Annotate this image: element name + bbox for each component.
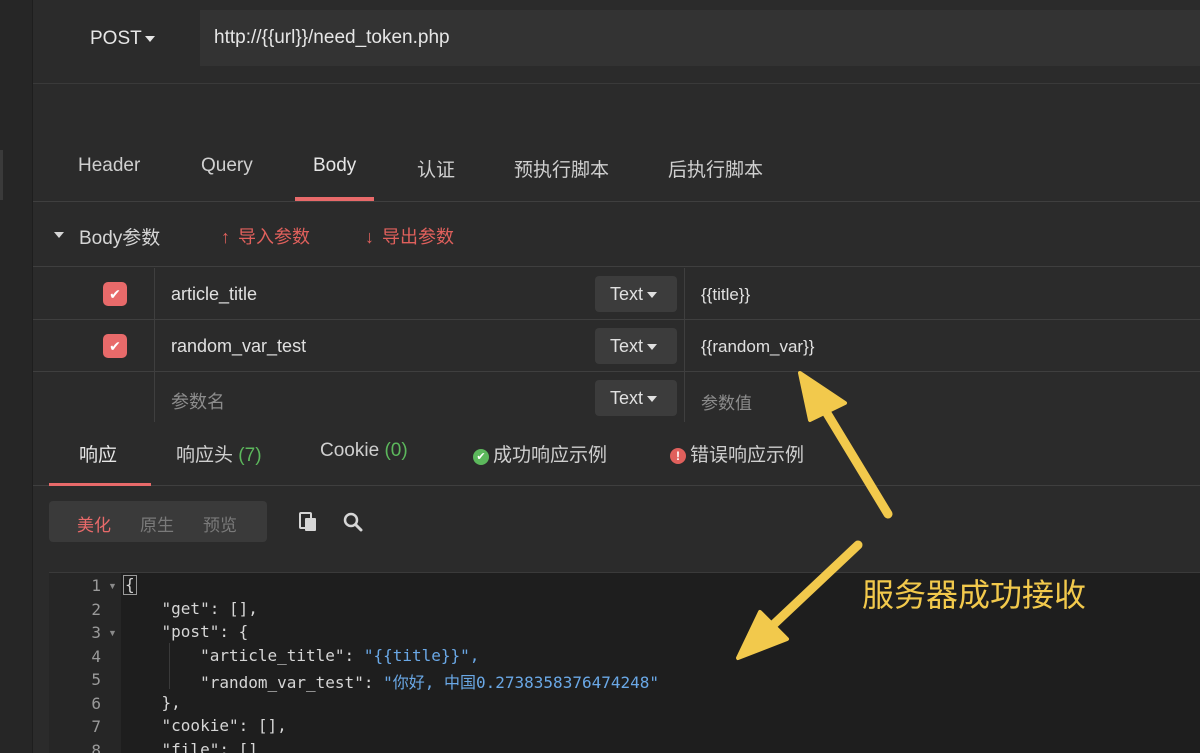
arrow-up-to-value: [820, 405, 893, 519]
annotation-text: 服务器成功接收: [862, 576, 1087, 614]
arrowhead-up-icon: [798, 371, 847, 422]
arrow-down-to-response: [767, 540, 863, 631]
annotation-arrows: [736, 371, 893, 660]
